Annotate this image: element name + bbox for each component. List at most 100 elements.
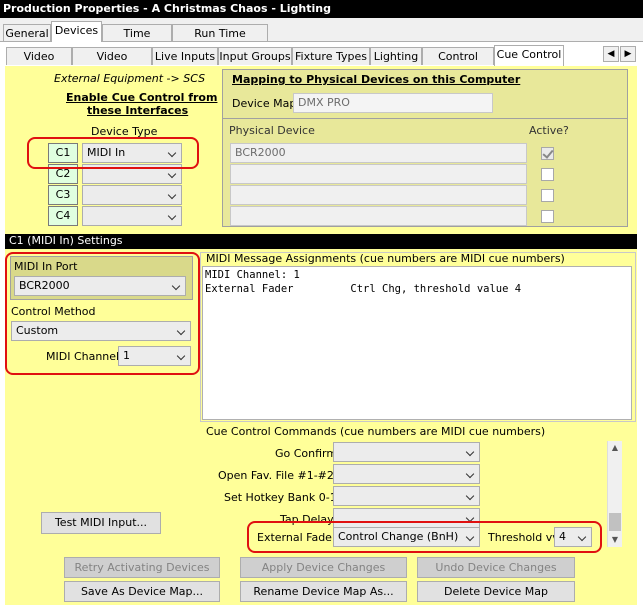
tab-general[interactable]: General [3,24,51,42]
settings-title: C1 (MIDI In) Settings [9,234,123,247]
button-label: Apply Device Changes [261,561,386,574]
tab-label: General [5,27,49,40]
midi-channel-select[interactable]: 1 [118,346,191,366]
test-midi-input-button[interactable]: Test MIDI Input... [41,512,161,534]
tab-devices[interactable]: Devices [51,21,102,42]
main-tab-row: General Devices Time Profiles Run Time S… [0,18,643,57]
active-checkbox-1[interactable] [541,147,554,160]
subtab-lighting[interactable]: Lighting [370,47,422,65]
midi-in-port-select[interactable]: BCR2000 [14,276,186,296]
physical-device-header: Physical Device [229,124,315,137]
physical-device-value: BCR2000 [235,146,286,159]
midi-channel-label: MIDI Channel [46,350,120,363]
active-checkbox-3[interactable] [541,189,554,202]
command-external-fader-select[interactable]: Control Change (BnH) [333,527,480,547]
external-equipment-label: External Equipment -> SCS [54,72,206,85]
subtab-video-capture[interactable]: Video Capture [72,47,152,80]
assignment-line-1: MIDI Channel: 1 [205,269,300,281]
command-label-go-confirm: Go Confirm [275,447,338,460]
tab-scroll-left-icon[interactable]: ◀ [603,46,619,62]
command-go-confirm-select[interactable] [333,442,480,462]
tab-label: Cue Control [496,48,562,61]
device-id: C4 [55,209,71,222]
active-checkbox-4[interactable] [541,210,554,223]
subtab-fixture-types[interactable]: Fixture Types [292,47,370,65]
command-tap-delay-select[interactable] [333,508,480,528]
active-header: Active? [529,124,569,137]
button-label: Test MIDI Input... [54,516,148,529]
button-label: Delete Device Map [444,585,548,598]
chevron-down-icon [169,277,185,295]
button-label: Retry Activating Devices [74,561,210,574]
device-c3-button[interactable]: C3 [48,185,78,205]
save-as-device-map-button[interactable]: Save As Device Map... [64,581,220,602]
subtab-cue-control[interactable]: Cue Control [494,45,564,66]
commands-scrollbar[interactable]: ▲ ▼ [607,441,622,547]
retry-activating-devices-button[interactable]: Retry Activating Devices [64,557,220,578]
tab-scroll-right-icon[interactable]: ▶ [620,46,636,62]
select-value: 4 [559,530,566,543]
device-c2-type-select[interactable] [82,164,182,184]
scroll-up-icon[interactable]: ▲ [608,441,622,455]
enable-cue-control-heading: Enable Cue Control from [66,91,218,104]
rename-device-map-button[interactable]: Rename Device Map As... [240,581,407,602]
undo-device-changes-button[interactable]: Undo Device Changes [417,557,575,578]
scroll-down-icon[interactable]: ▼ [608,533,622,547]
assignments-title: MIDI Message Assignments (cue numbers ar… [206,252,565,265]
threshold-label: Threshold vv [488,531,559,544]
device-map-value: DMX PRO [298,96,350,109]
tab-run-time-settings[interactable]: Run Time Settings [172,24,268,57]
enable-cue-control-heading-line2: these Interfaces [87,104,189,117]
device-c3-type-select[interactable] [82,185,182,205]
device-c4-button[interactable]: C4 [48,206,78,226]
device-c1-type-select[interactable]: MIDI In [82,143,182,163]
physical-device-row-1[interactable]: BCR2000 [230,143,527,163]
assignments-textbox[interactable]: MIDI Channel: 1 External Fader Ctrl Chg,… [202,266,632,420]
device-id: C2 [55,167,71,180]
command-open-fav-file-select[interactable] [333,464,480,484]
command-set-hotkey-bank-select[interactable] [333,486,480,506]
delete-device-map-button[interactable]: Delete Device Map [417,581,575,602]
subtab-control-send[interactable]: Control Send [422,47,494,80]
physical-device-row-2[interactable] [230,164,527,184]
window-title-bar: Production Properties - A Christmas Chao… [0,0,643,18]
chevron-down-icon [463,465,479,483]
select-value: Custom [16,324,59,337]
control-method-label: Control Method [11,305,96,318]
command-label-set-hotkey-bank: Set Hotkey Bank 0-12 [224,491,344,504]
settings-bar: C1 (MIDI In) Settings [5,234,637,249]
physical-device-row-4[interactable] [230,206,527,226]
select-value: 1 [123,349,130,362]
midi-in-port-label: MIDI In Port [14,260,78,273]
select-value: BCR2000 [19,279,70,292]
tab-label: Devices [54,24,99,37]
button-label: Save As Device Map... [80,585,204,598]
device-c1-button[interactable]: C1 [48,143,78,163]
active-checkbox-2[interactable] [541,168,554,181]
apply-device-changes-button[interactable]: Apply Device Changes [240,557,407,578]
select-value: Control Change (BnH) [338,530,459,543]
chevron-down-icon [165,165,181,183]
device-c2-button[interactable]: C2 [48,164,78,184]
device-c4-type-select[interactable] [82,206,182,226]
chevron-down-icon [463,528,479,546]
command-label-open-fav-file: Open Fav. File #1-#20 [218,469,341,482]
scrollbar-thumb[interactable] [609,513,621,531]
tab-label: Fixture Types [295,50,367,63]
subtab-live-inputs[interactable]: Live Inputs [152,47,218,65]
mapping-divider [222,118,628,119]
chevron-down-icon [174,322,190,340]
physical-device-row-3[interactable] [230,185,527,205]
assignment-line-2: External Fader Ctrl Chg, threshold value… [205,283,522,295]
tab-time-profiles[interactable]: Time Profiles [102,24,172,57]
commands-title: Cue Control Commands (cue numbers are MI… [206,425,546,438]
device-map-label: Device Map [232,97,297,110]
chevron-down-icon [463,443,479,461]
control-method-select[interactable]: Custom [11,321,191,341]
subtab-input-groups[interactable]: Input Groups [218,47,292,65]
subtab-video-audio[interactable]: Video Audio [6,47,72,80]
window-title: Production Properties - A Christmas Chao… [3,2,331,15]
chevron-down-icon [174,347,190,365]
button-label: Undo Device Changes [435,561,557,574]
threshold-select[interactable]: 4 [554,527,592,547]
